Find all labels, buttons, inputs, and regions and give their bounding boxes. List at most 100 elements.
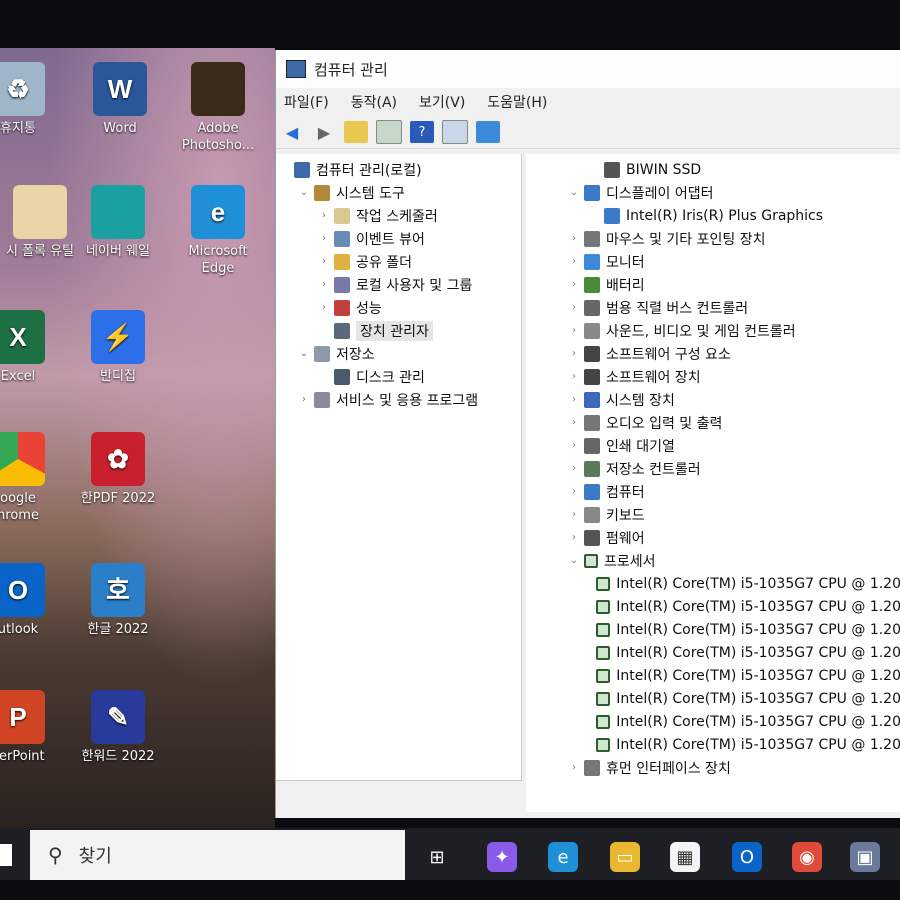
menu-help[interactable]: 도움말(H)	[487, 92, 547, 112]
tree-item[interactable]: › 이벤트 뷰어	[276, 227, 521, 250]
device-item[interactable]: › 오디오 입력 및 출력	[526, 411, 900, 434]
tree-item[interactable]: ⌄ 저장소	[276, 342, 521, 365]
computer-management-icon[interactable]: ▣	[850, 842, 880, 872]
device-item[interactable]: Intel(R) Core(TM) i5-1035G7 CPU @ 1.20	[526, 710, 900, 733]
desktop-icon[interactable]: ✿ 한PDF 2022	[78, 432, 158, 507]
desktop-icon[interactable]: X Excel	[0, 310, 58, 385]
chevron-right-icon[interactable]: ›	[568, 394, 580, 405]
device-item[interactable]: › 배터리	[526, 273, 900, 296]
device-item[interactable]: Intel(R) Core(TM) i5-1035G7 CPU @ 1.20	[526, 687, 900, 710]
chrome-icon[interactable]: ◉	[792, 842, 822, 872]
monitor-icon[interactable]	[476, 121, 500, 143]
chevron-right-icon[interactable]: ›	[568, 463, 580, 474]
menu-file[interactable]: 파일(F)	[284, 92, 329, 112]
forward-icon[interactable]: ▶	[312, 121, 336, 143]
chevron-right-icon[interactable]: ›	[568, 762, 580, 773]
edge-icon[interactable]: e	[548, 842, 578, 872]
device-item[interactable]: Intel(R) Core(TM) i5-1035G7 CPU @ 1.20	[526, 595, 900, 618]
store-icon[interactable]: ▦	[670, 842, 700, 872]
chevron-right-icon[interactable]: ›	[568, 486, 580, 497]
up-folder-icon[interactable]	[344, 121, 368, 143]
chevron-right-icon[interactable]: ›	[568, 509, 580, 520]
device-item[interactable]: Intel(R) Core(TM) i5-1035G7 CPU @ 1.20	[526, 618, 900, 641]
search-box[interactable]: ⚲ 찾기	[30, 830, 405, 880]
device-item[interactable]: Intel(R) Core(TM) i5-1035G7 CPU @ 1.20	[526, 733, 900, 756]
chevron-down-icon[interactable]: ⌄	[568, 555, 580, 566]
desktop-icon[interactable]: PverPoint	[0, 690, 58, 765]
chevron-right-icon[interactable]: ›	[568, 417, 580, 428]
desktop-icon[interactable]: oogle hrome	[0, 432, 58, 524]
chevron-right-icon[interactable]: ›	[568, 440, 580, 451]
tree-item[interactable]: 디스크 관리	[276, 365, 521, 388]
desktop-icon[interactable]: 호 한글 2022	[78, 563, 158, 638]
tree-item[interactable]: › 성능	[276, 296, 521, 319]
desktop-icon[interactable]: ⚡ 반디집	[78, 310, 158, 385]
show-hide-tree-icon[interactable]	[376, 120, 402, 144]
menu-action[interactable]: 동작(A)	[351, 92, 397, 112]
chevron-right-icon[interactable]: ›	[568, 279, 580, 290]
chevron-right-icon[interactable]: ›	[568, 233, 580, 244]
properties-icon[interactable]	[442, 120, 468, 144]
device-item[interactable]: › 키보드	[526, 503, 900, 526]
file-explorer-icon[interactable]: ▭	[610, 842, 640, 872]
device-item[interactable]: BIWIN SSD	[526, 158, 900, 181]
task-view-icon[interactable]: ⊞	[422, 842, 452, 872]
menu-view[interactable]: 보기(V)	[419, 92, 465, 112]
start-icon[interactable]	[0, 844, 12, 866]
chevron-right-icon[interactable]: ›	[318, 210, 330, 221]
device-item[interactable]: ⌄ 디스플레이 어댑터	[526, 181, 900, 204]
tree-item[interactable]: › 공유 폴더	[276, 250, 521, 273]
device-item[interactable]: Intel(R) Core(TM) i5-1035G7 CPU @ 1.20	[526, 572, 900, 595]
chevron-right-icon[interactable]: ›	[318, 256, 330, 267]
tree-item[interactable]: › 서비스 및 응용 프로그램	[276, 388, 521, 411]
chevron-right-icon[interactable]: ›	[568, 532, 580, 543]
tree-item[interactable]: › 로컬 사용자 및 그룹	[276, 273, 521, 296]
chevron-down-icon[interactable]: ⌄	[568, 187, 580, 198]
device-item[interactable]: › 소프트웨어 장치	[526, 365, 900, 388]
device-item[interactable]: › 컴퓨터	[526, 480, 900, 503]
title-bar[interactable]: 컴퓨터 관리	[276, 50, 900, 88]
copilot-icon[interactable]: ✦	[487, 842, 517, 872]
chevron-right-icon[interactable]: ›	[318, 302, 330, 313]
app-icon: e	[191, 185, 245, 239]
device-item[interactable]: › 범용 직렬 버스 컨트롤러	[526, 296, 900, 319]
device-item[interactable]: › 인쇄 대기열	[526, 434, 900, 457]
desktop-icon[interactable]: Adobe Photosho...	[178, 62, 258, 154]
device-item[interactable]: Intel(R) Core(TM) i5-1035G7 CPU @ 1.20	[526, 664, 900, 687]
tree-item[interactable]: 장치 관리자	[276, 319, 521, 342]
desktop-icon[interactable]: 네이버 웨일	[78, 185, 158, 260]
desktop-icon[interactable]: ♻ 휴지통	[0, 62, 58, 137]
device-item[interactable]: Intel(R) Iris(R) Plus Graphics	[526, 204, 900, 227]
tree-item[interactable]: 컴퓨터 관리(로컬)	[276, 158, 521, 181]
device-item[interactable]: › 마우스 및 기타 포인팅 장치	[526, 227, 900, 250]
desktop-icon[interactable]: W Word	[80, 62, 160, 137]
device-item[interactable]: › 저장소 컨트롤러	[526, 457, 900, 480]
chevron-right-icon[interactable]: ›	[568, 325, 580, 336]
desktop-icon[interactable]: ✎ 한워드 2022	[78, 690, 158, 765]
chevron-right-icon[interactable]: ›	[318, 233, 330, 244]
device-item[interactable]: ⌄ 프로세서	[526, 549, 900, 572]
desktop-icon[interactable]: Outlook	[0, 563, 58, 638]
device-item[interactable]: › 모니터	[526, 250, 900, 273]
chevron-right-icon[interactable]: ›	[298, 394, 310, 405]
tree-item[interactable]: ⌄ 시스템 도구	[276, 181, 521, 204]
back-icon[interactable]: ◀	[280, 121, 304, 143]
chevron-down-icon[interactable]: ⌄	[298, 187, 310, 198]
device-item[interactable]: › 사운드, 비디오 및 게임 컨트롤러	[526, 319, 900, 342]
chevron-right-icon[interactable]: ›	[568, 256, 580, 267]
outlook-icon[interactable]: O	[732, 842, 762, 872]
desktop-icon[interactable]: e Microsoft Edge	[178, 185, 258, 277]
help-icon[interactable]: ?	[410, 121, 434, 143]
desktop-icon[interactable]: 시 폴록 유틸	[0, 185, 80, 260]
chevron-down-icon[interactable]: ⌄	[298, 348, 310, 359]
chevron-right-icon[interactable]: ›	[318, 279, 330, 290]
tree-item[interactable]: › 작업 스케줄러	[276, 204, 521, 227]
device-item[interactable]: › 시스템 장치	[526, 388, 900, 411]
chevron-right-icon[interactable]: ›	[568, 371, 580, 382]
device-item[interactable]: Intel(R) Core(TM) i5-1035G7 CPU @ 1.20	[526, 641, 900, 664]
device-item[interactable]: › 소프트웨어 구성 요소	[526, 342, 900, 365]
chevron-right-icon[interactable]: ›	[568, 302, 580, 313]
chevron-right-icon[interactable]: ›	[568, 348, 580, 359]
device-item[interactable]: › 펌웨어	[526, 526, 900, 549]
device-item[interactable]: › 휴먼 인터페이스 장치	[526, 756, 900, 779]
